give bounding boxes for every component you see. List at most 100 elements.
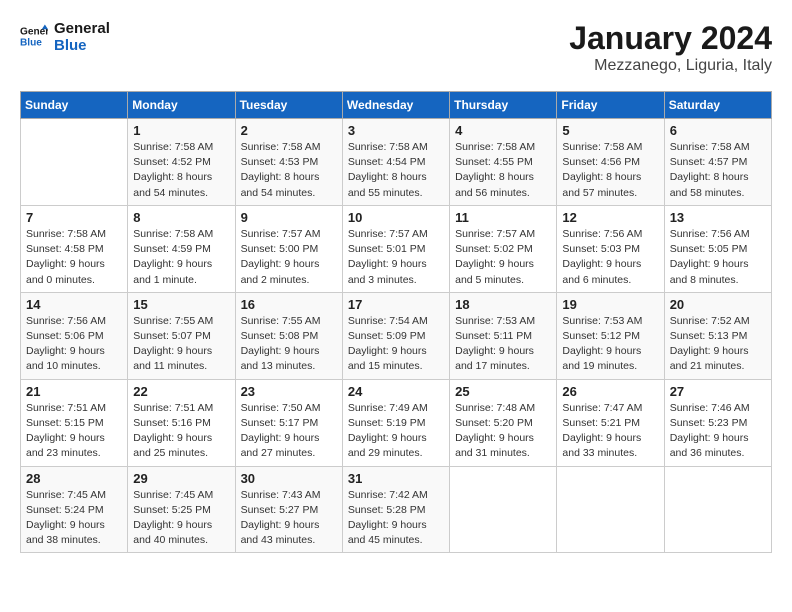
day-info: Sunrise: 7:45 AM Sunset: 5:25 PM Dayligh… — [133, 488, 229, 549]
header-monday: Monday — [128, 92, 235, 119]
day-number: 22 — [133, 384, 229, 399]
day-number: 27 — [670, 384, 766, 399]
day-info: Sunrise: 7:58 AM Sunset: 4:58 PM Dayligh… — [26, 227, 122, 288]
day-number: 18 — [455, 297, 551, 312]
day-cell — [21, 119, 128, 206]
day-cell — [557, 466, 664, 553]
day-number: 30 — [241, 471, 337, 486]
day-cell: 28Sunrise: 7:45 AM Sunset: 5:24 PM Dayli… — [21, 466, 128, 553]
day-info: Sunrise: 7:58 AM Sunset: 4:56 PM Dayligh… — [562, 140, 658, 201]
day-info: Sunrise: 7:58 AM Sunset: 4:59 PM Dayligh… — [133, 227, 229, 288]
day-info: Sunrise: 7:58 AM Sunset: 4:55 PM Dayligh… — [455, 140, 551, 201]
day-info: Sunrise: 7:58 AM Sunset: 4:53 PM Dayligh… — [241, 140, 337, 201]
day-info: Sunrise: 7:56 AM Sunset: 5:03 PM Dayligh… — [562, 227, 658, 288]
day-cell — [664, 466, 771, 553]
day-number: 7 — [26, 210, 122, 225]
day-info: Sunrise: 7:58 AM Sunset: 4:54 PM Dayligh… — [348, 140, 444, 201]
day-number: 25 — [455, 384, 551, 399]
day-number: 5 — [562, 123, 658, 138]
day-cell: 5 Sunrise: 7:58 AM Sunset: 4:56 PM Daylig… — [557, 119, 664, 206]
day-info: Sunrise: 7:55 AM Sunset: 5:07 PM Dayligh… — [133, 314, 229, 375]
week-row-5: 28Sunrise: 7:45 AM Sunset: 5:24 PM Dayli… — [21, 466, 772, 553]
day-cell: 15 Sunrise: 7:55 AM Sunset: 5:07 PM Dayli… — [128, 292, 235, 379]
day-cell: 9Sunrise: 7:57 AM Sunset: 5:00 PM Daylig… — [235, 205, 342, 292]
day-number: 15 — [133, 297, 229, 312]
day-cell: 2Sunrise: 7:58 AM Sunset: 4:53 PM Daylig… — [235, 119, 342, 206]
day-info: Sunrise: 7:56 AM Sunset: 5:06 PM Dayligh… — [26, 314, 122, 375]
day-cell: 11 Sunrise: 7:57 AM Sunset: 5:02 PM Dayli… — [450, 205, 557, 292]
day-cell: 18 Sunrise: 7:53 AM Sunset: 5:11 PM Dayli… — [450, 292, 557, 379]
day-cell: 14 Sunrise: 7:56 AM Sunset: 5:06 PM Dayli… — [21, 292, 128, 379]
day-info: Sunrise: 7:43 AM Sunset: 5:27 PM Dayligh… — [241, 488, 337, 549]
day-cell: 13 Sunrise: 7:56 AM Sunset: 5:05 PM Dayli… — [664, 205, 771, 292]
location-title: Mezzanego, Liguria, Italy — [569, 57, 772, 75]
day-number: 14 — [26, 297, 122, 312]
day-info: Sunrise: 7:58 AM Sunset: 4:57 PM Dayligh… — [670, 140, 766, 201]
day-cell — [450, 466, 557, 553]
header-friday: Friday — [557, 92, 664, 119]
day-number: 3 — [348, 123, 444, 138]
calendar-body: 1Sunrise: 7:58 AM Sunset: 4:52 PM Daylig… — [21, 119, 772, 553]
day-cell: 30 Sunrise: 7:43 AM Sunset: 5:27 PM Dayli… — [235, 466, 342, 553]
day-cell: 6Sunrise: 7:58 AM Sunset: 4:57 PM Daylig… — [664, 119, 771, 206]
day-info: Sunrise: 7:56 AM Sunset: 5:05 PM Dayligh… — [670, 227, 766, 288]
logo-blue: Blue — [54, 37, 110, 54]
day-info: Sunrise: 7:52 AM Sunset: 5:13 PM Dayligh… — [670, 314, 766, 375]
day-number: 9 — [241, 210, 337, 225]
header-thursday: Thursday — [450, 92, 557, 119]
day-cell: 29Sunrise: 7:45 AM Sunset: 5:25 PM Dayli… — [128, 466, 235, 553]
header-sunday: Sunday — [21, 92, 128, 119]
day-cell: 4Sunrise: 7:58 AM Sunset: 4:55 PM Daylig… — [450, 119, 557, 206]
day-info: Sunrise: 7:51 AM Sunset: 5:15 PM Dayligh… — [26, 401, 122, 462]
day-cell: 25 Sunrise: 7:48 AM Sunset: 5:20 PM Dayli… — [450, 379, 557, 466]
day-number: 31 — [348, 471, 444, 486]
title-block: January 2024 Mezzanego, Liguria, Italy — [569, 20, 772, 75]
header-wednesday: Wednesday — [342, 92, 449, 119]
calendar-header-row: SundayMondayTuesdayWednesdayThursdayFrid… — [21, 92, 772, 119]
day-number: 10 — [348, 210, 444, 225]
month-title: January 2024 — [569, 20, 772, 57]
day-info: Sunrise: 7:53 AM Sunset: 5:11 PM Dayligh… — [455, 314, 551, 375]
logo-icon: General Blue — [20, 23, 48, 51]
day-info: Sunrise: 7:46 AM Sunset: 5:23 PM Dayligh… — [670, 401, 766, 462]
day-cell: 17Sunrise: 7:54 AM Sunset: 5:09 PM Dayli… — [342, 292, 449, 379]
logo-general: General — [54, 20, 110, 37]
day-number: 11 — [455, 210, 551, 225]
day-info: Sunrise: 7:48 AM Sunset: 5:20 PM Dayligh… — [455, 401, 551, 462]
day-info: Sunrise: 7:54 AM Sunset: 5:09 PM Dayligh… — [348, 314, 444, 375]
day-number: 26 — [562, 384, 658, 399]
svg-text:Blue: Blue — [20, 38, 42, 49]
day-cell: 1Sunrise: 7:58 AM Sunset: 4:52 PM Daylig… — [128, 119, 235, 206]
day-cell: 24Sunrise: 7:49 AM Sunset: 5:19 PM Dayli… — [342, 379, 449, 466]
day-info: Sunrise: 7:57 AM Sunset: 5:02 PM Dayligh… — [455, 227, 551, 288]
day-info: Sunrise: 7:57 AM Sunset: 5:01 PM Dayligh… — [348, 227, 444, 288]
day-cell: 31 Sunrise: 7:42 AM Sunset: 5:28 PM Dayli… — [342, 466, 449, 553]
day-cell: 21 Sunrise: 7:51 AM Sunset: 5:15 PM Dayli… — [21, 379, 128, 466]
day-cell: 27 Sunrise: 7:46 AM Sunset: 5:23 PM Dayli… — [664, 379, 771, 466]
day-cell: 8Sunrise: 7:58 AM Sunset: 4:59 PM Daylig… — [128, 205, 235, 292]
day-number: 16 — [241, 297, 337, 312]
day-info: Sunrise: 7:47 AM Sunset: 5:21 PM Dayligh… — [562, 401, 658, 462]
day-cell: 7 Sunrise: 7:58 AM Sunset: 4:58 PM Daylig… — [21, 205, 128, 292]
day-info: Sunrise: 7:50 AM Sunset: 5:17 PM Dayligh… — [241, 401, 337, 462]
week-row-3: 14 Sunrise: 7:56 AM Sunset: 5:06 PM Dayli… — [21, 292, 772, 379]
day-number: 13 — [670, 210, 766, 225]
day-number: 23 — [241, 384, 337, 399]
week-row-1: 1Sunrise: 7:58 AM Sunset: 4:52 PM Daylig… — [21, 119, 772, 206]
header-saturday: Saturday — [664, 92, 771, 119]
week-row-2: 7 Sunrise: 7:58 AM Sunset: 4:58 PM Daylig… — [21, 205, 772, 292]
calendar-table: SundayMondayTuesdayWednesdayThursdayFrid… — [20, 91, 772, 553]
day-info: Sunrise: 7:42 AM Sunset: 5:28 PM Dayligh… — [348, 488, 444, 549]
day-number: 21 — [26, 384, 122, 399]
day-cell: 10 Sunrise: 7:57 AM Sunset: 5:01 PM Dayli… — [342, 205, 449, 292]
day-number: 12 — [562, 210, 658, 225]
day-info: Sunrise: 7:45 AM Sunset: 5:24 PM Dayligh… — [26, 488, 122, 549]
day-info: Sunrise: 7:51 AM Sunset: 5:16 PM Dayligh… — [133, 401, 229, 462]
page-header: General Blue General Blue January 2024 M… — [20, 20, 772, 75]
day-info: Sunrise: 7:55 AM Sunset: 5:08 PM Dayligh… — [241, 314, 337, 375]
day-number: 19 — [562, 297, 658, 312]
week-row-4: 21 Sunrise: 7:51 AM Sunset: 5:15 PM Dayli… — [21, 379, 772, 466]
day-number: 24 — [348, 384, 444, 399]
day-info: Sunrise: 7:58 AM Sunset: 4:52 PM Dayligh… — [133, 140, 229, 201]
day-cell: 3 Sunrise: 7:58 AM Sunset: 4:54 PM Daylig… — [342, 119, 449, 206]
